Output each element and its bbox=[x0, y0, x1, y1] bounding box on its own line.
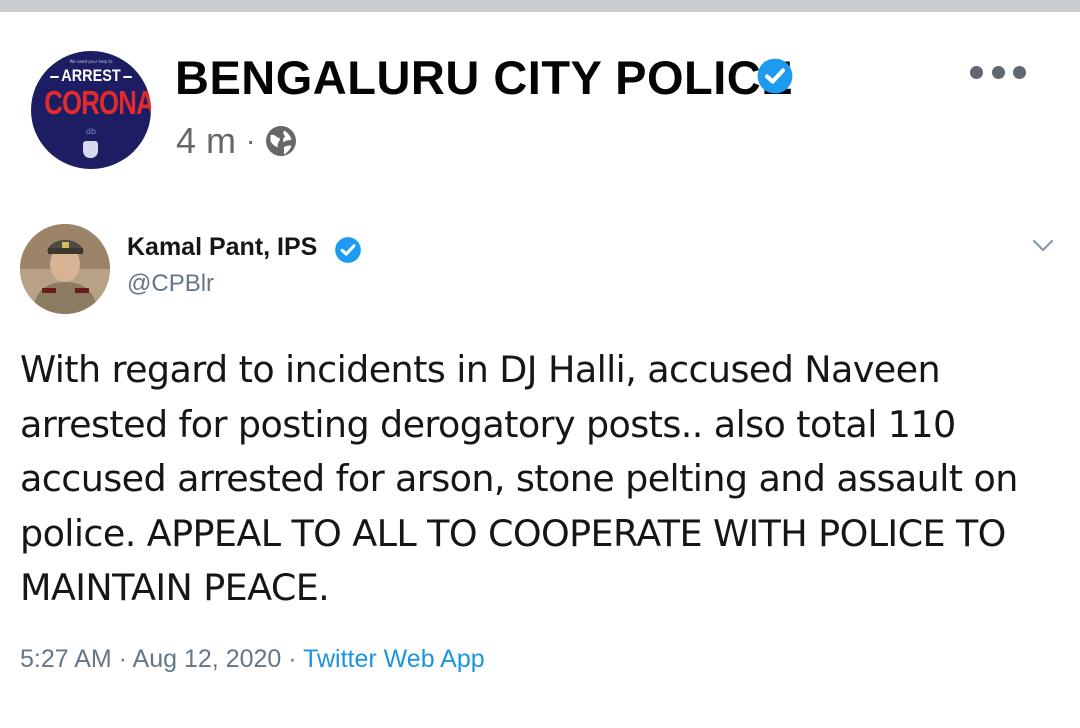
globe-icon bbox=[266, 126, 297, 156]
tweet-text: With regard to incidents in DJ Halli, ac… bbox=[20, 348, 1018, 609]
tweet-timestamp[interactable]: 5:27 AM · Aug 12, 2020 · bbox=[20, 645, 303, 673]
meta-separator: · bbox=[246, 125, 256, 156]
more-dot bbox=[1013, 65, 1026, 79]
verified-badge-icon bbox=[757, 58, 793, 94]
post-meta: 4 m · bbox=[176, 117, 299, 165]
verified-badge-icon bbox=[335, 237, 361, 263]
tweet-footer: 5:27 AM · Aug 12, 2020 · Twitter Web App bbox=[20, 645, 485, 674]
more-dot bbox=[991, 65, 1005, 79]
more-dot bbox=[970, 65, 983, 79]
tweet-author-name[interactable]: Kamal Pant, IPS bbox=[127, 233, 317, 262]
tweet-author-handle[interactable]: @CPBlr bbox=[127, 270, 214, 298]
avatar-text-corona: CORONA bbox=[44, 84, 151, 121]
post-time[interactable]: 4 m bbox=[176, 120, 236, 162]
avatar-tagline: We need your help to bbox=[69, 59, 113, 64]
tweet-author-avatar[interactable] bbox=[20, 224, 110, 314]
avatar-text-arrest: ARREST bbox=[40, 66, 142, 86]
chevron-down-icon[interactable] bbox=[1031, 238, 1055, 254]
police-badge-icon bbox=[83, 141, 98, 158]
tweet-source-link[interactable]: Twitter Web App bbox=[303, 645, 485, 673]
avatar-text-db: db bbox=[85, 127, 97, 136]
top-border bbox=[0, 0, 1080, 12]
page-name[interactable]: BENGALURU CITY POLICE bbox=[175, 50, 793, 105]
more-options-icon[interactable] bbox=[970, 62, 1026, 82]
page-avatar[interactable]: We need your help to ARREST CORONA db bbox=[31, 51, 151, 169]
